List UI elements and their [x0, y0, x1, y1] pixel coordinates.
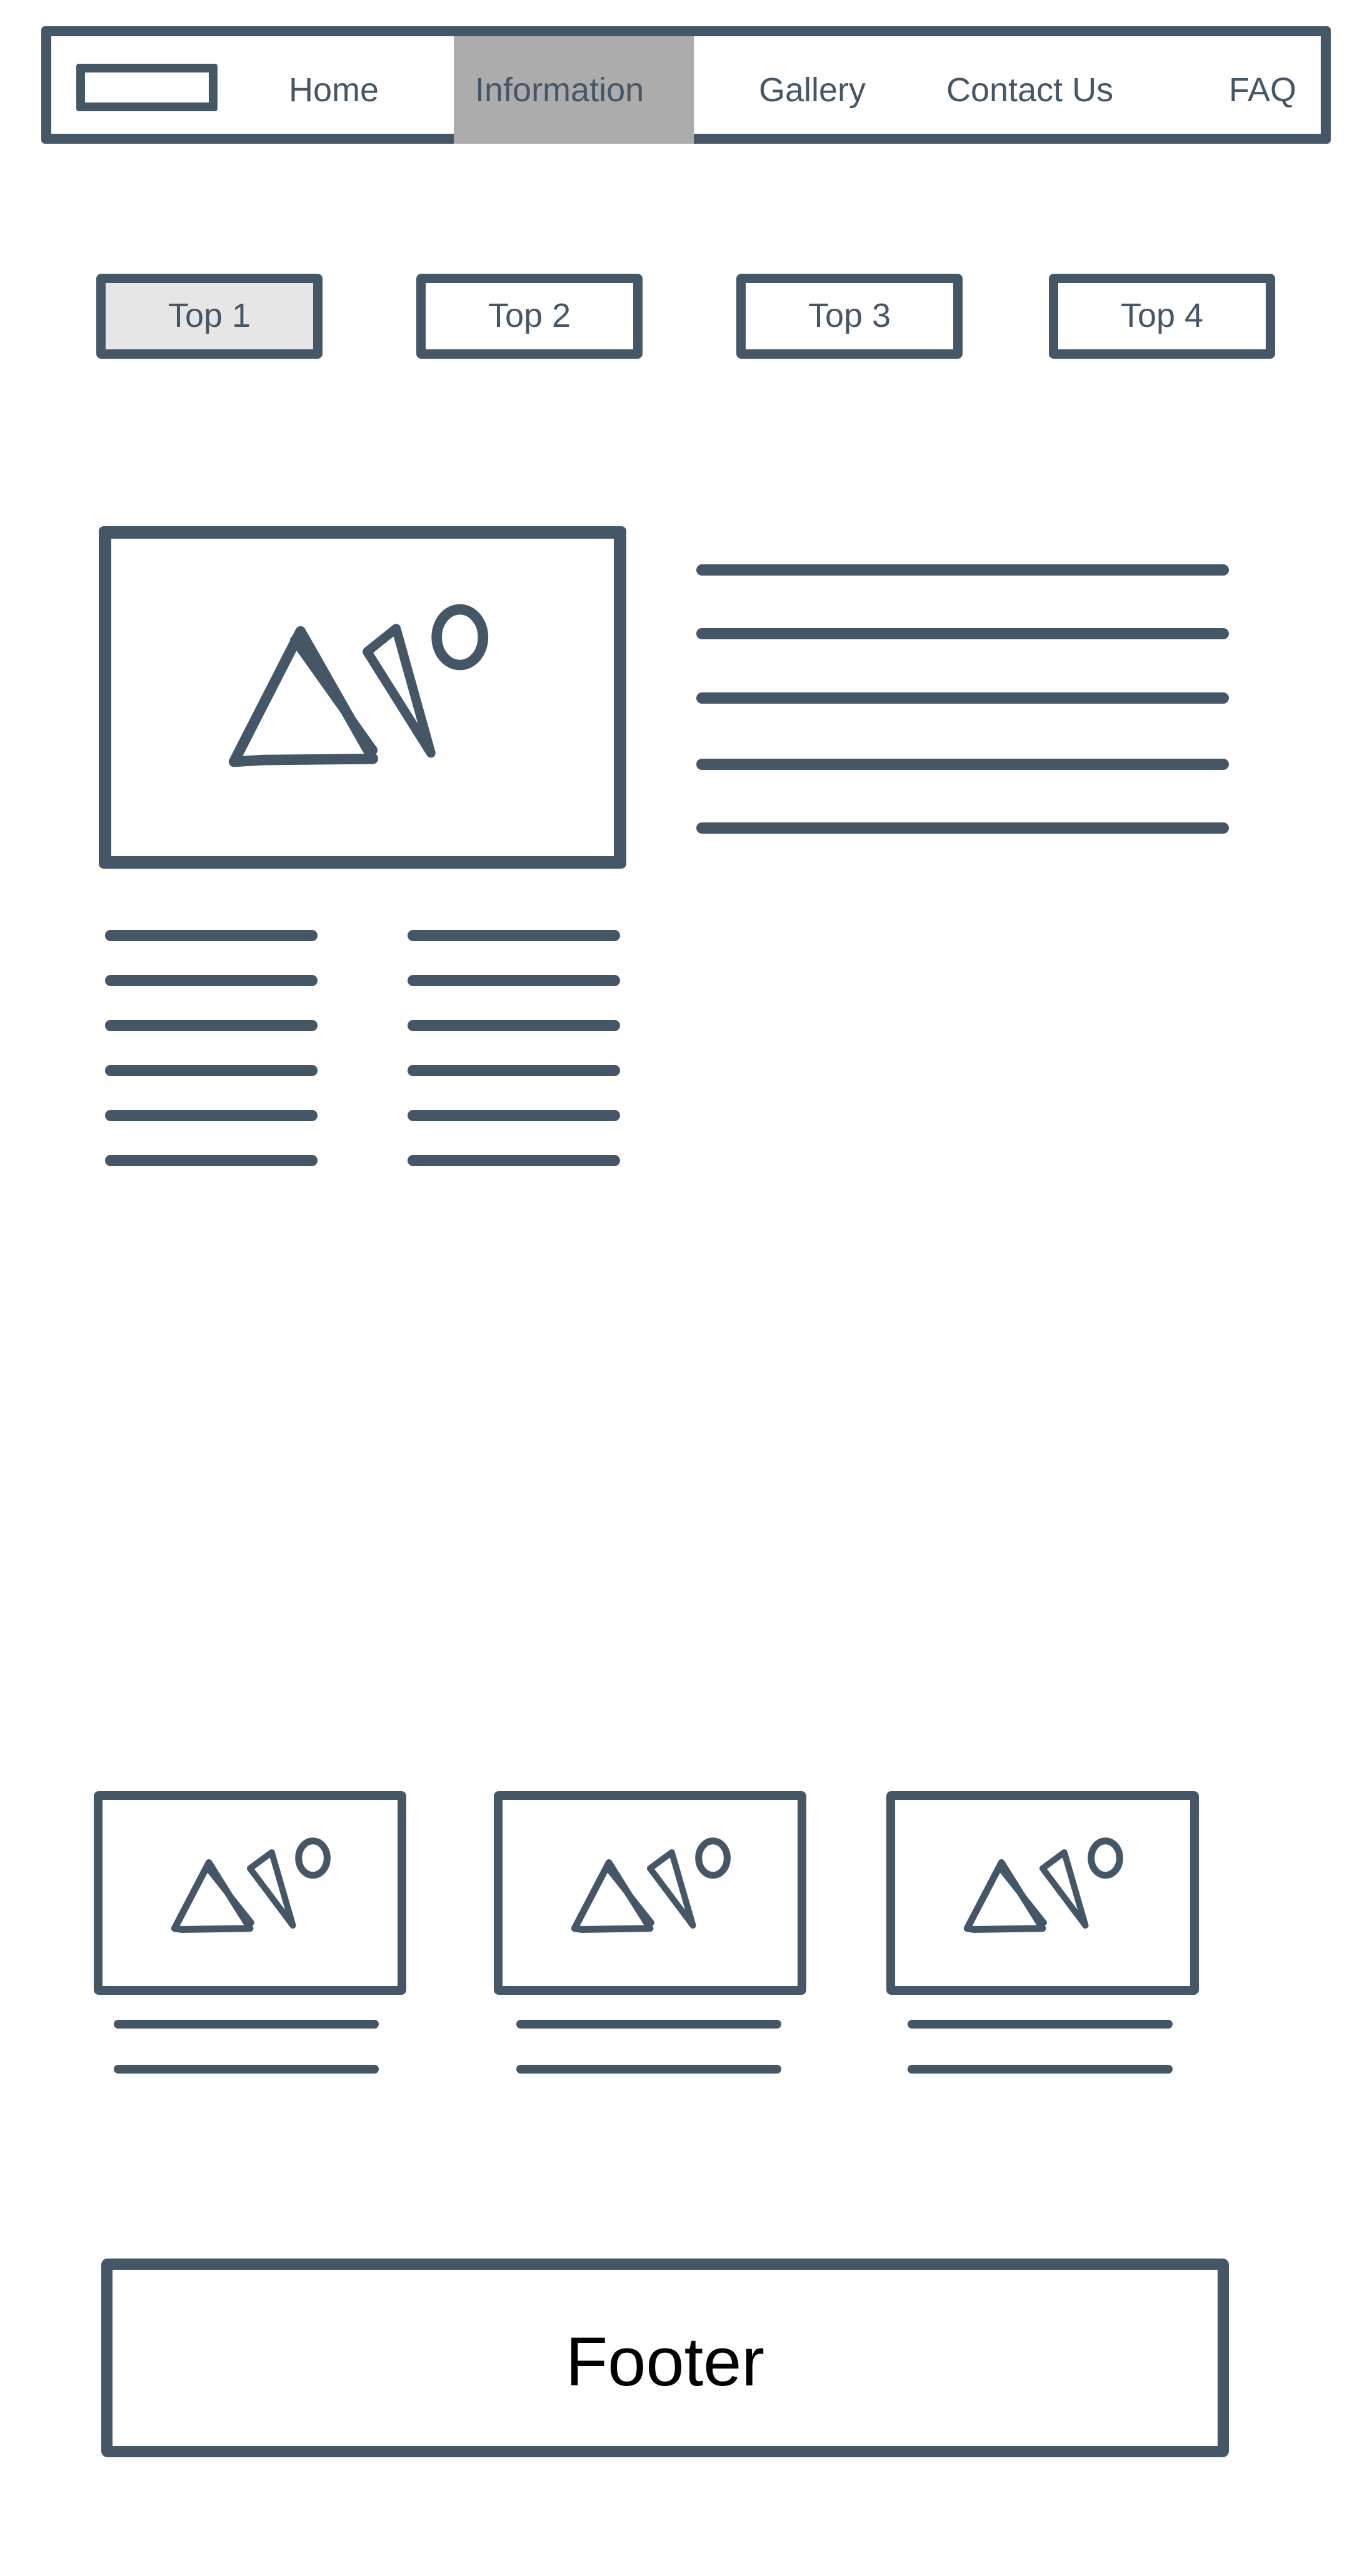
text-line-placeholder — [408, 1155, 620, 1166]
text-line-placeholder — [114, 2065, 379, 2074]
top-button-3[interactable]: Top 3 — [736, 274, 963, 359]
card-image-placeholder-1 — [94, 1791, 406, 1995]
text-line-placeholder — [114, 2020, 379, 2029]
text-line-placeholder — [908, 2020, 1173, 2029]
text-line-placeholder — [516, 2065, 781, 2074]
nav-link-faq[interactable]: FAQ — [1229, 65, 1296, 115]
text-line-placeholder — [105, 1065, 318, 1076]
card-image-placeholder-2 — [494, 1791, 806, 1995]
top-button-1[interactable]: Top 1 — [96, 274, 323, 359]
image-placeholder-icon — [171, 1837, 331, 1933]
logo-placeholder[interactable] — [76, 64, 218, 111]
text-line-placeholder — [408, 1110, 620, 1121]
text-line-placeholder — [105, 1020, 318, 1031]
nav-link-gallery[interactable]: Gallery — [759, 65, 866, 115]
nav-link-home[interactable]: Home — [289, 65, 379, 115]
top-button-2[interactable]: Top 2 — [416, 274, 643, 359]
top-button-4[interactable]: Top 4 — [1049, 274, 1275, 359]
image-placeholder-icon — [571, 1837, 731, 1933]
text-line-placeholder — [105, 1110, 318, 1121]
nav-link-information[interactable]: Information — [475, 65, 644, 115]
text-line-placeholder — [696, 759, 1229, 770]
footer-label: Footer — [566, 2324, 764, 2400]
hero-image-placeholder — [99, 526, 626, 869]
text-line-placeholder — [105, 930, 318, 941]
nav-link-contact-us[interactable]: Contact Us — [946, 65, 1113, 115]
text-line-placeholder — [408, 930, 620, 941]
text-line-placeholder — [105, 975, 318, 986]
text-line-placeholder — [696, 564, 1229, 576]
text-line-placeholder — [408, 1065, 620, 1076]
image-placeholder-icon — [228, 604, 489, 767]
text-line-placeholder — [696, 628, 1229, 639]
text-line-placeholder — [408, 975, 620, 986]
text-line-placeholder — [516, 2020, 781, 2029]
text-line-placeholder — [696, 692, 1229, 704]
card-image-placeholder-3 — [886, 1791, 1199, 1995]
text-line-placeholder — [696, 822, 1229, 834]
text-line-placeholder — [408, 1020, 620, 1031]
text-line-placeholder — [908, 2065, 1173, 2074]
image-placeholder-icon — [963, 1837, 1123, 1933]
text-line-placeholder — [105, 1155, 318, 1166]
